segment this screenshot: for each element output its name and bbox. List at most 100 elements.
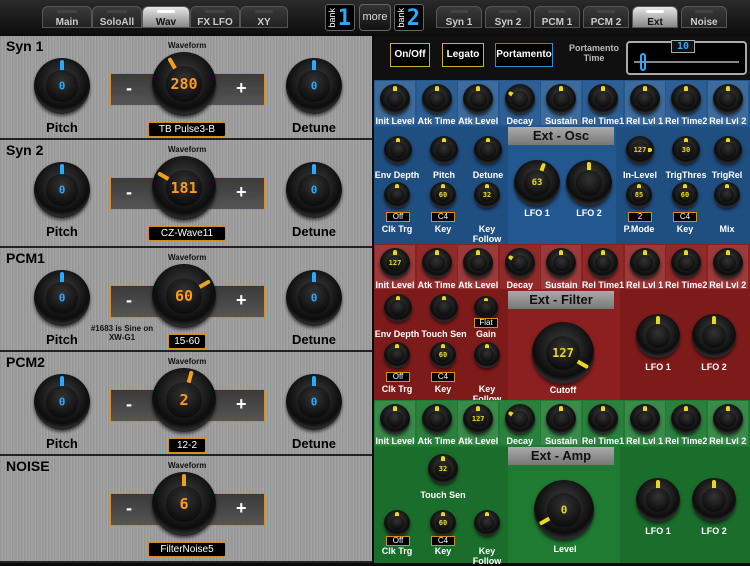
pitch-knob[interactable]: 0 bbox=[34, 270, 90, 326]
key-follow-knob[interactable] bbox=[474, 342, 500, 368]
waveform-increment-button[interactable]: + bbox=[236, 394, 247, 415]
env-knob-0[interactable] bbox=[380, 404, 410, 434]
env-knob-1[interactable] bbox=[421, 404, 452, 434]
lfo1-knob[interactable] bbox=[636, 478, 680, 522]
pitch-knob[interactable]: 0 bbox=[34, 162, 90, 218]
mix-knob[interactable] bbox=[714, 182, 740, 208]
p-mode-value[interactable]: 2 bbox=[628, 212, 652, 222]
env-knob-5[interactable] bbox=[588, 404, 618, 434]
clk-trg-knob[interactable] bbox=[384, 342, 410, 368]
tab-syn1[interactable]: Syn 1 bbox=[436, 6, 482, 28]
env-knob-1[interactable] bbox=[421, 248, 452, 278]
waveform-decrement-button[interactable]: - bbox=[126, 78, 132, 99]
waveform-knob[interactable]: 2 bbox=[152, 368, 216, 432]
waveform-increment-button[interactable]: + bbox=[236, 498, 247, 519]
cutoff-knob[interactable]: 127 bbox=[532, 322, 594, 384]
tab-fx-lfo[interactable]: FX LFO bbox=[190, 6, 240, 28]
env-knob-0[interactable]: 127 bbox=[380, 248, 410, 278]
trig-rel-knob[interactable] bbox=[714, 136, 742, 164]
waveform-increment-button[interactable]: + bbox=[236, 182, 247, 203]
more-button[interactable]: more bbox=[359, 4, 391, 31]
env-knob-8[interactable] bbox=[712, 404, 743, 434]
key-value[interactable]: C4 bbox=[431, 372, 455, 382]
waveform-knob[interactable]: 6 bbox=[152, 472, 216, 536]
key-knob[interactable]: 60 bbox=[430, 342, 456, 368]
env-knob-8[interactable] bbox=[712, 84, 743, 114]
tab-soloall[interactable]: SoloAll bbox=[92, 6, 142, 28]
waveform-decrement-button[interactable]: - bbox=[126, 290, 132, 311]
clk-trg-value[interactable]: Off bbox=[386, 536, 410, 546]
tab-syn2[interactable]: Syn 2 bbox=[485, 6, 531, 28]
p-mode-knob[interactable]: 85 bbox=[626, 182, 652, 208]
bank-2-selector[interactable]: bank 2 bbox=[394, 4, 424, 31]
env-knob-1[interactable] bbox=[421, 84, 452, 114]
pitch-knob[interactable]: 0 bbox=[34, 374, 90, 430]
waveform-name[interactable]: TB Pulse3-B bbox=[148, 122, 226, 137]
gain-value[interactable]: Flat bbox=[474, 318, 498, 328]
tab-noise[interactable]: Noise bbox=[681, 6, 727, 28]
tab-pcm2[interactable]: PCM 2 bbox=[583, 6, 629, 28]
env-knob-0[interactable] bbox=[380, 84, 410, 114]
env-depth-knob[interactable] bbox=[384, 294, 412, 322]
gain-knob[interactable] bbox=[474, 296, 498, 320]
env-knob-2[interactable] bbox=[463, 84, 494, 114]
detune-knob[interactable]: 0 bbox=[286, 270, 342, 326]
detune-knob[interactable] bbox=[474, 136, 502, 164]
env-knob-7[interactable] bbox=[671, 404, 702, 434]
tab-main[interactable]: Main bbox=[42, 6, 92, 28]
lfo1-knob[interactable] bbox=[636, 314, 680, 358]
env-knob-2[interactable]: 127 bbox=[463, 404, 494, 434]
env-knob-2[interactable] bbox=[463, 248, 494, 278]
key2-knob[interactable]: 60 bbox=[672, 182, 698, 208]
env-knob-3[interactable] bbox=[504, 84, 535, 114]
key-knob[interactable]: 60 bbox=[430, 182, 456, 208]
tab-wav[interactable]: Wav bbox=[142, 6, 190, 28]
clk-trg-value[interactable]: Off bbox=[386, 212, 410, 222]
lfo2-knob[interactable] bbox=[566, 160, 612, 206]
key-knob[interactable]: 60 bbox=[430, 510, 456, 536]
waveform-decrement-button[interactable]: - bbox=[126, 394, 132, 415]
slider-thumb[interactable] bbox=[640, 53, 646, 71]
waveform-increment-button[interactable]: + bbox=[236, 290, 247, 311]
level-knob[interactable]: 0 bbox=[534, 480, 594, 540]
detune-knob[interactable]: 0 bbox=[286, 162, 342, 218]
pitch-knob[interactable] bbox=[430, 136, 458, 164]
portamento-time-slider[interactable]: 10 bbox=[626, 40, 747, 75]
waveform-name[interactable]: 15-60 bbox=[168, 334, 206, 349]
touch-sen-knob[interactable] bbox=[430, 294, 458, 322]
detune-knob[interactable]: 0 bbox=[286, 58, 342, 114]
tab-ext[interactable]: Ext bbox=[632, 6, 678, 28]
env-depth-knob[interactable] bbox=[384, 136, 412, 164]
clk-trg-value[interactable]: Off bbox=[386, 372, 410, 382]
waveform-name[interactable]: CZ-Wave11 bbox=[148, 226, 226, 241]
key2-value[interactable]: C4 bbox=[673, 212, 697, 222]
waveform-knob[interactable]: 181 bbox=[152, 156, 216, 220]
env-knob-5[interactable] bbox=[588, 248, 618, 278]
key-value[interactable]: C4 bbox=[431, 536, 455, 546]
waveform-knob[interactable]: 280 bbox=[152, 52, 216, 116]
env-knob-7[interactable] bbox=[671, 84, 702, 114]
clk-trg-knob[interactable] bbox=[384, 510, 410, 536]
env-knob-7[interactable] bbox=[671, 248, 702, 278]
key-follow-knob[interactable] bbox=[474, 510, 500, 536]
env-knob-3[interactable] bbox=[504, 404, 535, 434]
lfo1-knob[interactable]: 63 bbox=[514, 160, 560, 206]
waveform-name[interactable]: 12-2 bbox=[168, 438, 206, 453]
portamento-button[interactable]: Portamento bbox=[495, 43, 553, 67]
detune-knob[interactable]: 0 bbox=[286, 374, 342, 430]
waveform-decrement-button[interactable]: - bbox=[126, 498, 132, 519]
env-knob-6[interactable] bbox=[629, 248, 660, 278]
in-level-knob[interactable]: 127 bbox=[626, 136, 654, 164]
env-knob-5[interactable] bbox=[588, 84, 618, 114]
key-follow-knob[interactable]: 32 bbox=[474, 182, 500, 208]
legato-button[interactable]: Legato bbox=[442, 43, 484, 67]
tab-xy[interactable]: XY bbox=[240, 6, 288, 28]
trig-thres-knob[interactable]: 30 bbox=[672, 136, 700, 164]
env-knob-8[interactable] bbox=[712, 248, 743, 278]
bank-1-selector[interactable]: bank 1 bbox=[325, 4, 355, 31]
waveform-decrement-button[interactable]: - bbox=[126, 182, 132, 203]
env-knob-6[interactable] bbox=[629, 84, 660, 114]
touch-sen-knob[interactable]: 32 bbox=[428, 454, 458, 484]
key-value[interactable]: C4 bbox=[431, 212, 455, 222]
lfo2-knob[interactable] bbox=[692, 478, 736, 522]
